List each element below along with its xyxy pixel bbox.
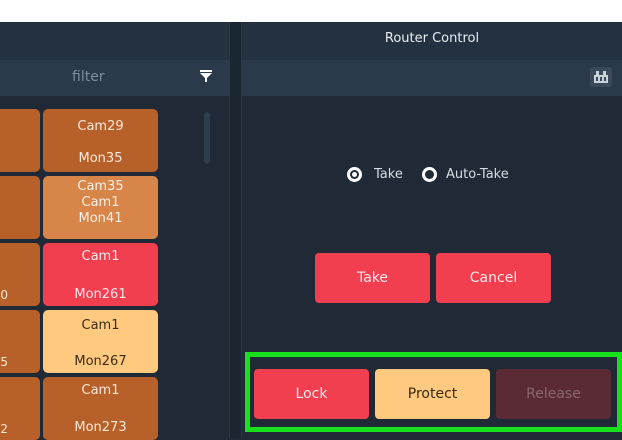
tile-line: Cam1	[81, 318, 120, 333]
take-button-label: Take	[356, 270, 389, 286]
tile-line: Cam29	[77, 119, 124, 134]
tile-line: Mon261	[74, 287, 127, 302]
tile-partial-label: 2	[0, 422, 8, 436]
tile-line: Cam1	[81, 249, 120, 264]
cancel-button-label: Cancel	[469, 270, 518, 286]
router-tool-icon[interactable]	[590, 67, 612, 87]
take-radio[interactable]	[347, 167, 362, 182]
take-radio-label[interactable]: Take	[374, 167, 403, 182]
tile-line: Cam35	[77, 179, 124, 194]
tile-partial-label: 5	[0, 355, 8, 369]
tile-partial-4[interactable]: 5	[0, 310, 40, 373]
auto-take-radio[interactable]	[422, 167, 437, 182]
tile-line: Cam1	[81, 195, 120, 210]
source-panel-header	[0, 22, 229, 60]
tile-line: Cam1	[81, 383, 120, 398]
tile-mon35[interactable]: Cam29 Mon35	[43, 109, 158, 172]
filter-input[interactable]: filter	[72, 69, 132, 87]
tile-line: Mon41	[78, 211, 123, 226]
cancel-button[interactable]: Cancel	[436, 253, 551, 303]
tile-line: Mon35	[78, 151, 123, 166]
take-button[interactable]: Take	[315, 253, 430, 303]
tile-partial-2[interactable]	[0, 176, 40, 239]
top-strip-gap	[229, 0, 242, 22]
filter-icon[interactable]	[198, 68, 214, 84]
tiles-scrollbar[interactable]	[204, 112, 210, 164]
tile-partial-label: 0	[0, 288, 8, 302]
tile-partial-3[interactable]: 0	[0, 243, 40, 306]
tile-mon41[interactable]: Cam35 Cam1 Mon41	[43, 176, 158, 239]
top-strip-right	[242, 0, 622, 22]
router-control-toolbar	[242, 60, 622, 96]
tile-partial-5[interactable]: 2	[0, 377, 40, 440]
panel-title: Router Control	[384, 31, 480, 46]
tile-mon273[interactable]: Cam1 Mon273	[43, 377, 158, 440]
tile-partial-1[interactable]	[0, 109, 40, 172]
panel-divider[interactable]	[229, 22, 242, 438]
top-strip-left	[0, 0, 229, 22]
tile-line: Mon273	[74, 420, 127, 435]
tile-line: Mon267	[74, 354, 127, 369]
tile-mon261[interactable]: Cam1 Mon261	[43, 243, 158, 306]
auto-take-radio-label[interactable]: Auto-Take	[446, 167, 509, 182]
tile-mon267[interactable]: Cam1 Mon267	[43, 310, 158, 373]
highlight-frame	[245, 352, 622, 432]
